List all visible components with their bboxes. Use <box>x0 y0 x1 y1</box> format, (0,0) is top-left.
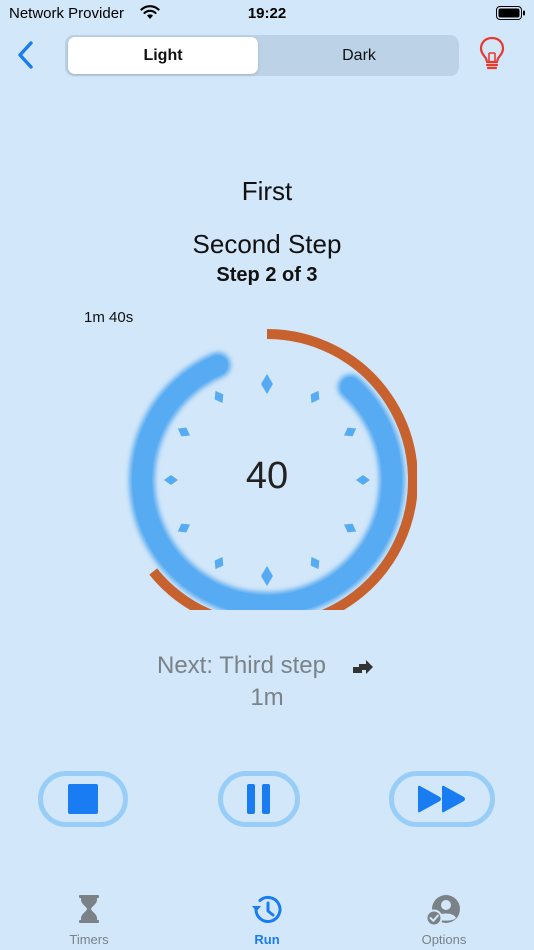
dial-tick <box>310 390 320 403</box>
dial-tick <box>261 374 273 394</box>
next-step-label: Next: Third step <box>157 652 326 679</box>
step-progress: Step 2 of 3 <box>216 264 318 286</box>
back-button[interactable] <box>14 40 38 70</box>
arrow-turn-right-icon <box>353 660 373 674</box>
step-name: Second Step <box>192 229 342 259</box>
next-step-duration: 1m <box>250 684 284 711</box>
dial-tick <box>214 390 224 403</box>
tab-run-label: Run <box>254 932 280 947</box>
countdown-value: 40 <box>245 455 289 497</box>
stop-icon <box>68 784 98 814</box>
pause-icon <box>247 784 270 814</box>
hourglass-icon <box>79 895 99 923</box>
clock-history-icon <box>252 895 282 923</box>
timer-name: First <box>241 176 293 206</box>
battery-icon <box>496 6 525 20</box>
tab-run[interactable]: Run <box>207 880 327 950</box>
dial-tick <box>261 566 273 586</box>
pause-button[interactable] <box>218 771 300 827</box>
segment-light[interactable]: Light <box>68 37 258 74</box>
lightbulb-icon[interactable] <box>478 36 506 72</box>
dial-tick <box>344 523 357 533</box>
dial-tick <box>344 427 357 437</box>
person-check-icon <box>426 895 460 926</box>
dial-tick <box>177 427 190 437</box>
status-time: 19:22 <box>247 5 287 22</box>
dial-tick <box>177 523 190 533</box>
fast-forward-icon <box>418 785 465 813</box>
tab-timers[interactable]: Timers <box>29 880 149 950</box>
dial-tick <box>214 557 224 570</box>
theme-segmented-control: Light Dark <box>65 35 459 76</box>
skip-button[interactable] <box>389 771 495 827</box>
tab-options[interactable]: Options <box>384 880 504 950</box>
status-bar: Network Provider 19:22 <box>0 0 534 28</box>
dial-tick <box>310 557 320 570</box>
tab-options-label: Options <box>421 932 467 947</box>
segment-dark[interactable]: Dark <box>261 37 457 74</box>
stop-button[interactable] <box>38 771 128 827</box>
tab-timers-label: Timers <box>69 932 109 947</box>
tab-bar: Timers Run Options <box>0 880 534 950</box>
